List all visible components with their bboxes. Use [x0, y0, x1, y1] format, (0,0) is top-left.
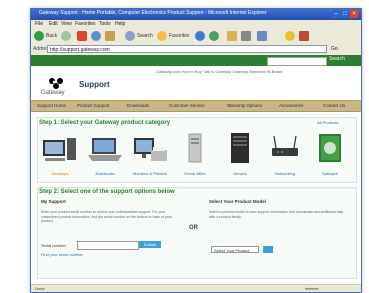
edit-icon[interactable] [257, 31, 267, 41]
product-model-text: Select a product model to view support i… [209, 210, 344, 219]
nav-contact-us[interactable]: Contact Us [323, 103, 345, 108]
find-serial-link[interactable]: Find your serial number [41, 252, 83, 257]
menu-favorites[interactable]: Favorites [75, 21, 96, 27]
category-networking[interactable]: Networking [265, 171, 305, 176]
address-input[interactable]: http://support.gateway.com [47, 45, 327, 53]
window-title: Gateway Support - Home Portable, Compute… [39, 10, 267, 16]
go-button[interactable]: Go [331, 45, 355, 53]
product-select[interactable]: Select Your Product [211, 246, 259, 253]
messenger-icon[interactable] [285, 31, 295, 41]
back-label: Back [46, 33, 58, 39]
toolbar: Back Search Favorites [31, 28, 361, 45]
serial-number-label: Serial number [41, 243, 66, 248]
search-icon[interactable] [125, 31, 135, 41]
status-text: Done [35, 286, 45, 291]
category-notebooks[interactable]: Notebooks [85, 171, 125, 176]
refresh-icon[interactable] [91, 31, 101, 41]
nav-customer-service[interactable]: Customer Service [169, 103, 205, 108]
top-links[interactable]: Gateway.com How to Buy Talk to Gateway G… [156, 69, 282, 74]
site-search-button[interactable]: Search [329, 56, 345, 62]
menu-tools[interactable]: Tools [99, 21, 111, 27]
category-servers[interactable]: Servers [220, 171, 260, 176]
nav-product-support[interactable]: Product Support [77, 103, 110, 108]
category-home-office[interactable]: Home office [175, 171, 215, 176]
internet-zone: Internet [305, 286, 319, 291]
history-icon[interactable] [209, 31, 219, 41]
nav-accessories[interactable]: Accessories [279, 103, 303, 108]
menu-edit[interactable]: Edit [49, 21, 58, 27]
top-green-bar: Search [31, 55, 361, 66]
web-page: Search Gateway.com How to Buy Talk to Ga… [31, 55, 361, 284]
software-icon[interactable] [311, 130, 349, 168]
submit-button[interactable]: Submit [139, 241, 161, 248]
forward-icon[interactable] [61, 31, 71, 41]
browser-window: Gateway Support - Home Portable, Compute… [30, 8, 362, 293]
menu-file[interactable]: File [35, 21, 43, 27]
my-support-text: Enter your product serial number to acce… [41, 210, 172, 224]
search-label: Search [137, 33, 153, 39]
maximize-icon[interactable]: □ [341, 10, 349, 18]
server-icon[interactable] [221, 130, 259, 168]
serial-number-input[interactable] [77, 241, 139, 250]
mail-icon[interactable] [227, 31, 237, 41]
nav-downloads[interactable]: Downloads [127, 103, 149, 108]
product-go-button[interactable] [263, 246, 273, 253]
close-icon[interactable]: × [350, 10, 358, 18]
home-office-icon[interactable] [176, 130, 214, 168]
category-software[interactable]: Software [310, 171, 350, 176]
logo-text: Gateway [41, 90, 65, 96]
nav-support-home[interactable]: Support Home [37, 103, 66, 108]
or-divider: OR [189, 225, 198, 231]
menu-help[interactable]: Help [115, 21, 125, 27]
menu-bar: File Edit View Favorites Tools Help [31, 20, 361, 28]
step2-panel [37, 187, 357, 279]
all-products-link[interactable]: All Products [317, 120, 338, 125]
nav-warranty-options[interactable]: Warranty Options [227, 103, 262, 108]
home-icon[interactable] [105, 31, 115, 41]
category-monitors-printers[interactable]: Monitors & Printers [130, 171, 170, 176]
site-search-input[interactable] [267, 57, 327, 66]
support-heading: Support [79, 80, 110, 89]
desktop-icon[interactable] [41, 130, 79, 168]
networking-icon[interactable] [266, 130, 304, 168]
minimize-icon[interactable]: – [332, 10, 340, 18]
main-nav: Support Home Product Support Downloads C… [31, 100, 361, 112]
stop-icon[interactable] [77, 31, 87, 41]
monitor-printer-icon[interactable] [131, 130, 169, 168]
title-bar: Gateway Support - Home Portable, Compute… [31, 9, 361, 20]
my-support-heading: My Support [41, 199, 66, 204]
category-desktops[interactable]: Desktops [40, 171, 80, 176]
step2-title: Step 2: Select one of the support option… [39, 189, 175, 195]
favorites-label: Favorites [169, 33, 190, 39]
menu-view[interactable]: View [61, 21, 72, 27]
gateway-logo-icon[interactable] [47, 77, 67, 89]
product-model-heading: Select Your Product Model [209, 199, 266, 204]
print-icon[interactable] [241, 31, 251, 41]
step1-title: Step 1: Select your Gateway product cate… [39, 120, 171, 126]
notebook-icon[interactable] [86, 130, 124, 168]
research-icon[interactable] [299, 31, 309, 41]
favorites-icon[interactable] [157, 31, 167, 41]
media-icon[interactable] [195, 31, 205, 41]
back-icon[interactable] [34, 31, 44, 41]
